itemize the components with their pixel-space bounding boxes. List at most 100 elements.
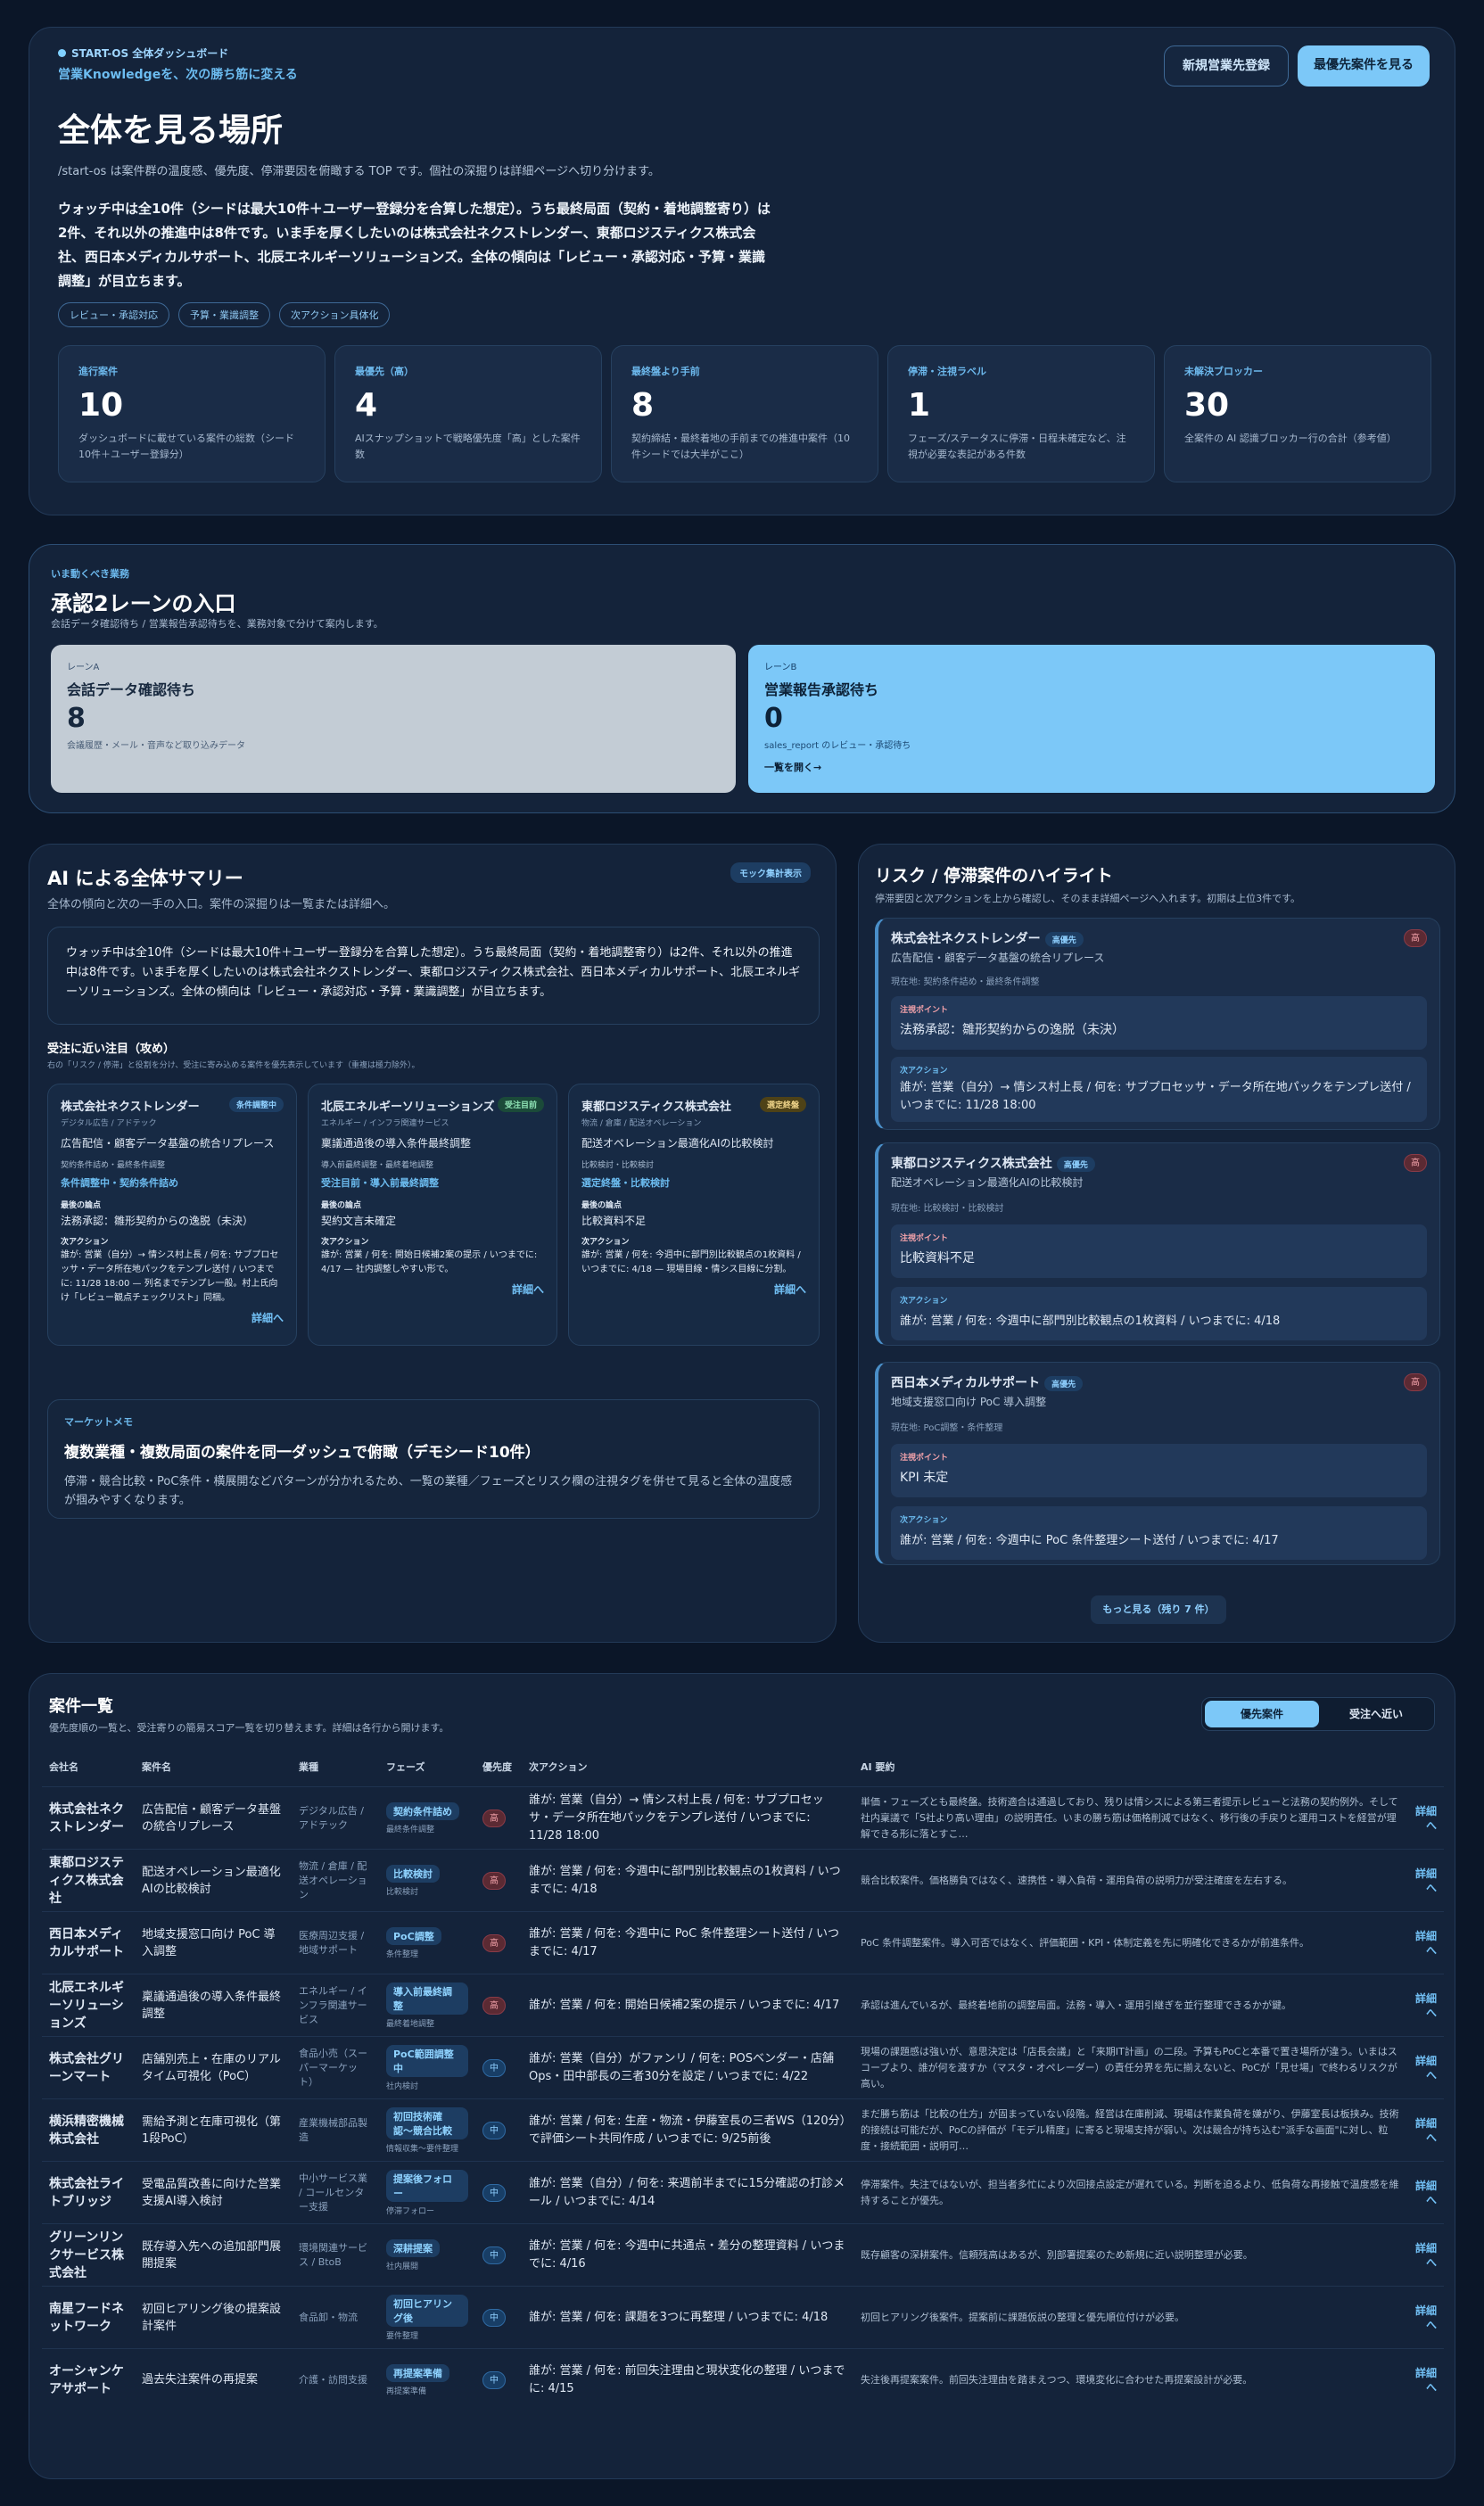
phase-chip: 初回ヒアリング後 (386, 2294, 468, 2327)
row-ai-summary: PoC 条件調整案件。導入可否ではなく、評価範囲・KPI・体制定義を先に明確化で… (853, 1911, 1408, 1974)
risk-card[interactable]: 東都ロジスティクス株式会社 高優先高 配送オペレーション最適化AIの比較検討 現… (875, 1142, 1440, 1346)
status-tag: 受注目前 (497, 1097, 544, 1112)
row-case: 広告配信・顧客データ基盤の統合リプレース (135, 1786, 292, 1850)
row-detail-link[interactable]: 詳細へ (1415, 1991, 1437, 2020)
col-case: 案件名 (142, 1761, 171, 1773)
col-ai-summary: AI 要約 (861, 1761, 895, 1773)
row-detail-link[interactable]: 詳細へ (1415, 1804, 1437, 1833)
table-body: 株式会社ネクストレンダー 広告配信・顧客データ基盤の統合リプレース デジタル広告 /… (42, 1786, 1444, 2411)
row-detail-link[interactable]: 詳細へ (1415, 2116, 1437, 2145)
row-detail: 詳細へ (1408, 2348, 1444, 2411)
col-phase: フェーズ (386, 1761, 425, 1773)
kpi-card-before-final[interactable]: 最終盤より手前 8 契約締結・最終着地の手前までの推進中案件（10件シードでは大半が… (611, 345, 878, 482)
row-phase: 深耕提案 社内展開 (379, 2223, 475, 2287)
row-detail-link[interactable]: 詳細へ (1415, 1867, 1437, 1895)
phase-chip: 比較検討 (386, 1864, 440, 1883)
row-next-action: 誰が: 営業（自分）→ 情シス村上長 / 何を: サブプロセッサ・データ所在地パ… (522, 1786, 853, 1850)
risk-title: リスク / 停滞案件のハイライト (875, 866, 1113, 886)
hero-eyebrow: START-OS 全体ダッシュボード (58, 45, 228, 61)
row-priority: 中 (475, 2098, 522, 2162)
risk-card[interactable]: 西日本メディカルサポート 高優先高 地域支援窓口向け PoC 導入調整 現在地:… (875, 1362, 1440, 1565)
top-priority-button[interactable]: 最優先案件を見る (1298, 45, 1430, 87)
row-detail-link[interactable]: 詳細へ (1415, 2054, 1437, 2082)
lane-a-card[interactable]: レーンA 会話データ確認待ち 8 会議履歴・メール・音声など取り込みデータ (51, 645, 736, 793)
row-detail: 詳細へ (1408, 1786, 1444, 1850)
near-card[interactable]: 北辰エネルギーソリューションズ 受注目前 エネルギー / インフラ関連サービス … (308, 1084, 557, 1346)
table-row[interactable]: グリーンリンクサービス株式会社 既存導入先への追加部門展開提案 環境関連サービス /… (42, 2223, 1444, 2287)
case-table: 会社名 案件名 業種 フェーズ 優先度 次アクション AI 要約 株式会社ネクス… (42, 1760, 1444, 2411)
hero-subtitle: 営業Knowledgeを、次の勝ち筋に変える (58, 68, 298, 82)
tag-budget[interactable]: 予算・業識調整 (178, 302, 270, 327)
tab-priority[interactable]: 優先案件 (1205, 1701, 1319, 1727)
summary-desc: 全体の傾向と次の一手の入口。案件の深掘りは一覧または詳細へ。 (47, 898, 396, 911)
near-card[interactable]: 東都ロジスティクス株式会社 選定終盤 物流 / 倉庫 / 配送オペレーション 配… (568, 1084, 820, 1346)
table-row[interactable]: 株式会社ネクストレンダー 広告配信・顧客データ基盤の統合リプレース デジタル広告 /… (42, 1786, 1444, 1850)
list-desc: 優先度順の一覧と、受注寄りの簡易スコア一覧を切り替えます。詳細は各行から開けます… (49, 1722, 449, 1734)
table-row[interactable]: 株式会社ライトブリッジ 受電品質改善に向けた営業支援AI導入検討 中小サービス業 /… (42, 2161, 1444, 2224)
show-more-button[interactable]: もっと見る（残り 7 件） (1091, 1595, 1226, 1624)
row-next-action: 誰が: 営業（自分）/ 何を: 来週前半までに15分確認の打診メール / いつま… (522, 2161, 853, 2224)
row-ai-summary: 現場の課題感は強いが、意思決定は「店長会議」と「来期IT計画」の二段。予算もPo… (853, 2036, 1408, 2099)
near-card[interactable]: 株式会社ネクストレンダー 条件調整中 デジタル広告 / アドテック 広告配信・顧… (47, 1084, 297, 1346)
tag-next-action[interactable]: 次アクション具体化 (279, 302, 391, 327)
kpi-value: 10 (78, 387, 124, 424)
col-priority: 優先度 (482, 1761, 512, 1773)
row-detail-link[interactable]: 詳細へ (1415, 2304, 1437, 2332)
priority-badge: 高 (482, 1809, 506, 1827)
near-detail-link[interactable]: 詳細へ (61, 1311, 284, 1325)
row-detail-link[interactable]: 詳細へ (1415, 2179, 1437, 2207)
near-detail-link[interactable]: 詳細へ (321, 1282, 544, 1297)
kpi-card-priority[interactable]: 最優先（高） 4 AIスナップショットで戦略優先度「高」とした案件数 (334, 345, 602, 482)
risk-point-box: 注視ポイント 法務承認：雛形契約からの逸脱（未決） (891, 996, 1427, 1050)
status-dot-icon (58, 49, 66, 57)
lane-b-count: 0 (764, 703, 783, 734)
kpi-value: 1 (908, 387, 931, 424)
row-company: 南星フードネットワーク (42, 2286, 135, 2349)
row-industry: 産業機械部品製造 (292, 2098, 379, 2162)
new-account-button[interactable]: 新規営業先登録 (1164, 45, 1289, 87)
near-desc: 右の「リスク / 停滞」と役割を分け、受注に寄み込める案件を優先表示しています（… (47, 1061, 420, 1070)
row-detail: 詳細へ (1408, 1911, 1444, 1974)
row-case: 需給予測と在庫可視化（第1段PoC） (135, 2098, 292, 2162)
row-industry: 物流 / 倉庫 / 配送オペレーション (292, 1849, 379, 1912)
kpi-card-stalled[interactable]: 停滞・注視ラベル 1 フェーズ/ステータスに停滞・日程未確定など、注視が必要な表記が… (887, 345, 1155, 482)
tab-near-order[interactable]: 受注へ近い (1319, 1701, 1433, 1727)
near-title: 受注に近い注目（攻め） (47, 1043, 176, 1056)
table-row[interactable]: 北辰エネルギーソリューションズ 稟議通過後の導入条件最終調整 エネルギー / インフ… (42, 1974, 1444, 2037)
row-next-action: 誰が: 営業 / 何を: 課題を3つに再整理 / いつまでに: 4/18 (522, 2286, 853, 2349)
summary-box: ウォッチ中は全10件（シードは最大10件＋ユーザー登録分を合算した想定）。うち最… (47, 927, 820, 1025)
row-industry: エネルギー / インフラ関連サービス (292, 1974, 379, 2037)
risk-card[interactable]: 株式会社ネクストレンダー 高優先高 広告配信・顧客データ基盤の統合リプレース 現… (875, 918, 1440, 1130)
row-company: 西日本メディカルサポート (42, 1911, 135, 1974)
col-company: 会社名 (49, 1761, 78, 1773)
priority-badge: 中 (482, 2370, 506, 2389)
kpi-card-active[interactable]: 進行案件 10 ダッシュボードに載せている案件の総数（シード10件＋ユーザー登録分） (58, 345, 326, 482)
row-next-action: 誰が: 営業 / 何を: 開始日候補2案の提示 / いつまでに: 4/17 (522, 1974, 853, 2037)
memo-title: 複数業種・複数局面の案件を同一ダッシュで俯瞰（デモシード10件） (64, 1444, 540, 1462)
ai-summary-section: AI による全体サマリー モック集計表示 全体の傾向と次の一手の入口。案件の深掘… (29, 844, 837, 1643)
row-detail-link[interactable]: 詳細へ (1415, 2366, 1437, 2395)
row-detail-link[interactable]: 詳細へ (1415, 2241, 1437, 2270)
lane-b-title: 営業報告承認待ち (764, 681, 879, 698)
priority-badge: 中 (482, 2121, 506, 2139)
phase-chip: 提案後フォロー (386, 2169, 468, 2202)
near-detail-link[interactable]: 詳細へ (581, 1282, 806, 1297)
tag-review[interactable]: レビュー・承認対応 (58, 302, 169, 327)
kpi-value: 30 (1184, 387, 1230, 424)
row-next-action: 誰が: 営業 / 何を: 前回失注理由と現状変化の整理 / いつまでに: 4/1… (522, 2348, 853, 2411)
table-row[interactable]: 東都ロジスティクス株式会社 配送オペレーション最適化AIの比較検討 物流 / 倉庫 … (42, 1849, 1444, 1912)
kpi-card-blockers[interactable]: 未解決ブロッカー 30 全案件の AI 認識ブロッカー行の合計（参考値） (1164, 345, 1431, 482)
lane-b-card[interactable]: レーンB 営業報告承認待ち 0 sales_report のレビュー・承認待ち … (748, 645, 1435, 793)
row-industry: 環境関連サービス / BtoB (292, 2223, 379, 2287)
table-row[interactable]: 西日本メディカルサポート 地域支援窓口向け PoC 導入調整 医療周辺支援 / 地域… (42, 1911, 1444, 1974)
row-detail-link[interactable]: 詳細へ (1415, 1929, 1437, 1958)
table-row[interactable]: 株式会社グリーンマート 店舗別売上・在庫のリアルタイム可視化（PoC） 食品小売（ス… (42, 2036, 1444, 2099)
mock-badge: モック集計表示 (730, 862, 811, 883)
table-row[interactable]: オーシャンケアサポート 過去失注案件の再提案 介護・訪問支援 再提案準備 再提案準備中誰… (42, 2348, 1444, 2411)
row-company: 株式会社グリーンマート (42, 2036, 135, 2099)
table-row[interactable]: 南星フードネットワーク 初回ヒアリング後の提案設計案件 食品卸・物流 初回ヒアリング後… (42, 2286, 1444, 2349)
lane-b-open-link[interactable]: 一覧を開く→ (764, 760, 1419, 774)
table-row[interactable]: 横浜精密機械株式会社 需給予測と在庫可視化（第1段PoC） 産業機械部品製造 初回技術… (42, 2098, 1444, 2162)
row-company: オーシャンケアサポート (42, 2348, 135, 2411)
row-detail: 詳細へ (1408, 2161, 1444, 2224)
